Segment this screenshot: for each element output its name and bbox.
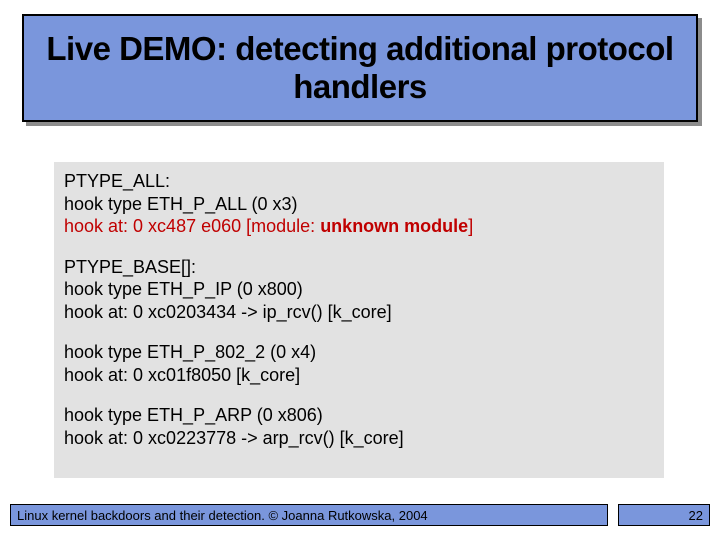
code-line: PTYPE_ALL: [64, 170, 654, 193]
module-unknown: unknown module [320, 216, 468, 236]
code-line: hook type ETH_P_802_2 (0 x4) [64, 341, 654, 364]
code-line: hook at: 0 xc487 e060 [module: unknown m… [64, 215, 654, 238]
module-bracket-close: ] [468, 216, 473, 236]
code-line: hook type ETH_P_ARP (0 x806) [64, 404, 654, 427]
code-block-4: hook type ETH_P_ARP (0 x806) hook at: 0 … [64, 404, 654, 449]
title-box: Live DEMO: detecting additional protocol… [22, 14, 698, 122]
code-line: PTYPE_BASE[]: [64, 256, 654, 279]
footer-text: Linux kernel backdoors and their detecti… [17, 508, 428, 523]
hook-address: hook at: 0 xc487 e060 [64, 216, 246, 236]
code-block-3: hook type ETH_P_802_2 (0 x4) hook at: 0 … [64, 341, 654, 386]
code-block-1: PTYPE_ALL: hook type ETH_P_ALL (0 x3) ho… [64, 170, 654, 238]
code-line: hook type ETH_P_IP (0 x800) [64, 278, 654, 301]
footer-right: 22 [618, 504, 710, 526]
module-bracket-open: [module: [246, 216, 320, 236]
code-line: hook at: 0 xc01f8050 [k_core] [64, 364, 654, 387]
code-line: hook type ETH_P_ALL (0 x3) [64, 193, 654, 216]
code-box: PTYPE_ALL: hook type ETH_P_ALL (0 x3) ho… [54, 162, 664, 478]
code-line: hook at: 0 xc0223778 -> arp_rcv() [k_cor… [64, 427, 654, 450]
footer-left: Linux kernel backdoors and their detecti… [10, 504, 608, 526]
code-block-2: PTYPE_BASE[]: hook type ETH_P_IP (0 x800… [64, 256, 654, 324]
slide: Live DEMO: detecting additional protocol… [0, 0, 720, 540]
slide-title: Live DEMO: detecting additional protocol… [36, 30, 684, 106]
page-number: 22 [689, 508, 703, 523]
code-line: hook at: 0 xc0203434 -> ip_rcv() [k_core… [64, 301, 654, 324]
